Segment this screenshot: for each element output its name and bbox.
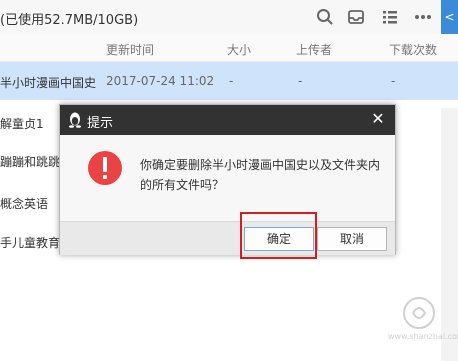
highlight-box bbox=[240, 212, 317, 259]
file-name: 半小时漫画中国史 bbox=[0, 76, 97, 90]
cancel-button[interactable]: 取消 bbox=[317, 227, 387, 251]
watermark: www.shanzhai.com bbox=[388, 296, 458, 346]
column-header-size[interactable]: 大小 bbox=[227, 41, 251, 58]
side-panel-arrow[interactable]: < bbox=[441, 0, 458, 34]
dialog-title: 提示 bbox=[87, 116, 114, 131]
column-header-time[interactable]: 更新时间 bbox=[106, 41, 154, 58]
file-list-header: 更新时间 大小 上传者 下载次数 bbox=[0, 34, 458, 62]
table-row[interactable]: 半小时漫画中国史 2017-07-24 11:02 - - - bbox=[0, 62, 458, 100]
watermark-text: www.shanzhai.com bbox=[388, 332, 458, 341]
confirm-dialog: 提示 ✕ 你确定要删除半小时漫画中国史以及文件夹内的所有文件吗？ 确定 取消 bbox=[59, 104, 396, 255]
column-header-downloads[interactable]: 下载次数 bbox=[389, 41, 437, 58]
dialog-message: 你确定要删除半小时漫画中国史以及文件夹内的所有文件吗？ bbox=[140, 158, 381, 192]
search-icon[interactable] bbox=[316, 8, 334, 26]
error-icon bbox=[88, 151, 122, 185]
file-name: 手儿童教育 bbox=[0, 236, 61, 250]
file-downloads: - bbox=[391, 74, 396, 88]
dialog-title-bar[interactable]: 提示 ✕ bbox=[60, 105, 395, 135]
watermark-logo-icon bbox=[403, 297, 435, 329]
file-update-time: 2017-07-24 11:02 bbox=[106, 74, 215, 88]
top-bar: (已使用52.7MB/10GB) < bbox=[0, 0, 458, 34]
more-icon[interactable] bbox=[414, 8, 432, 26]
close-icon[interactable]: ✕ bbox=[369, 110, 387, 128]
list-icon[interactable] bbox=[381, 8, 399, 26]
storage-usage: (已使用52.7MB/10GB) bbox=[0, 13, 139, 28]
file-uploader: - bbox=[298, 74, 303, 88]
inbox-icon[interactable] bbox=[347, 8, 365, 26]
file-size: - bbox=[229, 74, 234, 88]
file-name: 解童贞1 bbox=[0, 117, 44, 131]
dialog-button-bar: 确定 取消 bbox=[60, 221, 395, 255]
qq-penguin-icon bbox=[69, 112, 81, 128]
column-header-uploader[interactable]: 上传者 bbox=[296, 41, 332, 58]
file-name: 概念英语 bbox=[0, 197, 49, 211]
